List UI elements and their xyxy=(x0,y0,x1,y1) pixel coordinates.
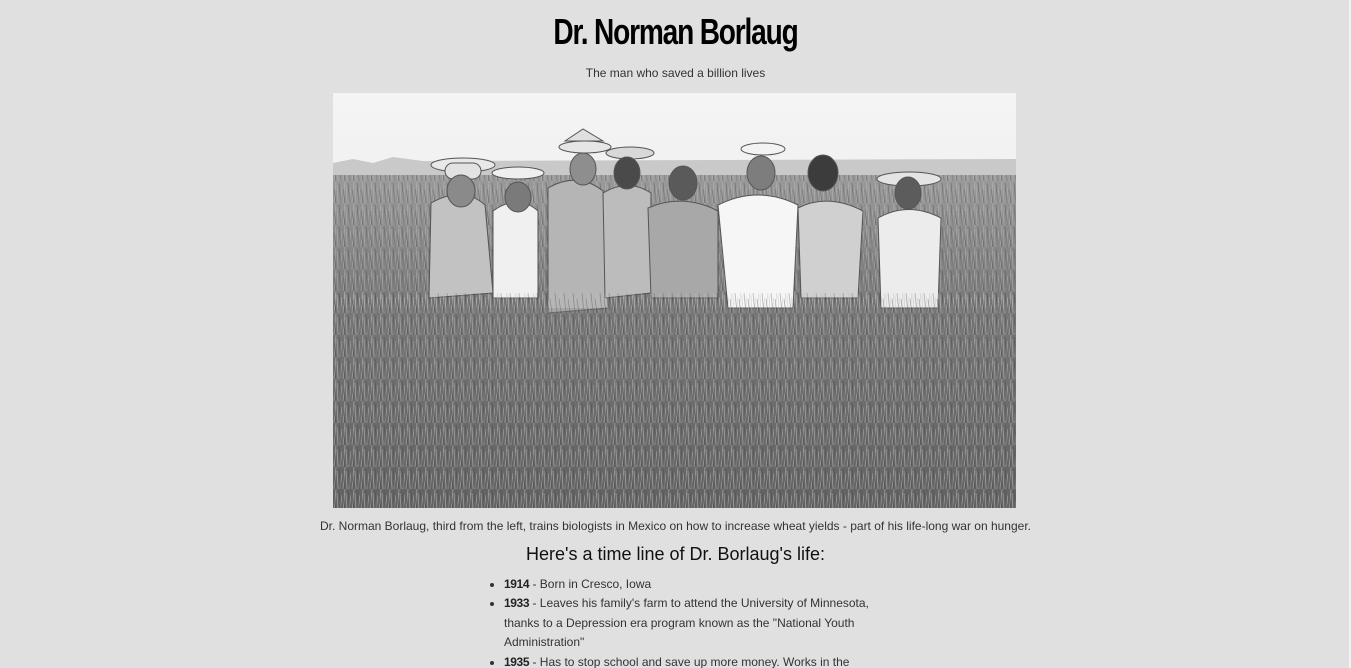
image-figure: Dr. Norman Borlaug, third from the left,… xyxy=(320,93,1031,533)
page-title: Dr. Norman Borlaug xyxy=(553,11,798,52)
list-item: 1933 - Leaves his family's farm to atten… xyxy=(504,594,884,652)
timeline-list: 1914 - Born in Cresco, Iowa 1933 - Leave… xyxy=(486,575,884,668)
timeline-text: - Has to stop school and save up more mo… xyxy=(529,654,850,668)
timeline-year: 1935 xyxy=(504,654,530,668)
tribute-info: Here's a time line of Dr. Borlaug's life… xyxy=(0,542,1351,668)
image-caption: Dr. Norman Borlaug, third from the left,… xyxy=(319,519,1031,533)
page-subtitle: The man who saved a billion lives xyxy=(585,66,766,80)
list-item: 1935 - Has to stop school and save up mo… xyxy=(504,653,884,668)
timeline-heading: Here's a time line of Dr. Borlaug's life… xyxy=(526,544,825,564)
timeline-text: - Born in Cresco, Iowa xyxy=(529,577,652,591)
main-content: Dr. Norman Borlaug The man who saved a b… xyxy=(0,0,1351,668)
timeline-text: - Leaves his family's farm to attend the… xyxy=(504,596,869,650)
timeline-year: 1914 xyxy=(504,577,530,591)
list-item: 1914 - Born in Cresco, Iowa xyxy=(504,575,884,594)
borlaug-photo xyxy=(333,93,1016,508)
timeline-year: 1933 xyxy=(504,596,530,611)
